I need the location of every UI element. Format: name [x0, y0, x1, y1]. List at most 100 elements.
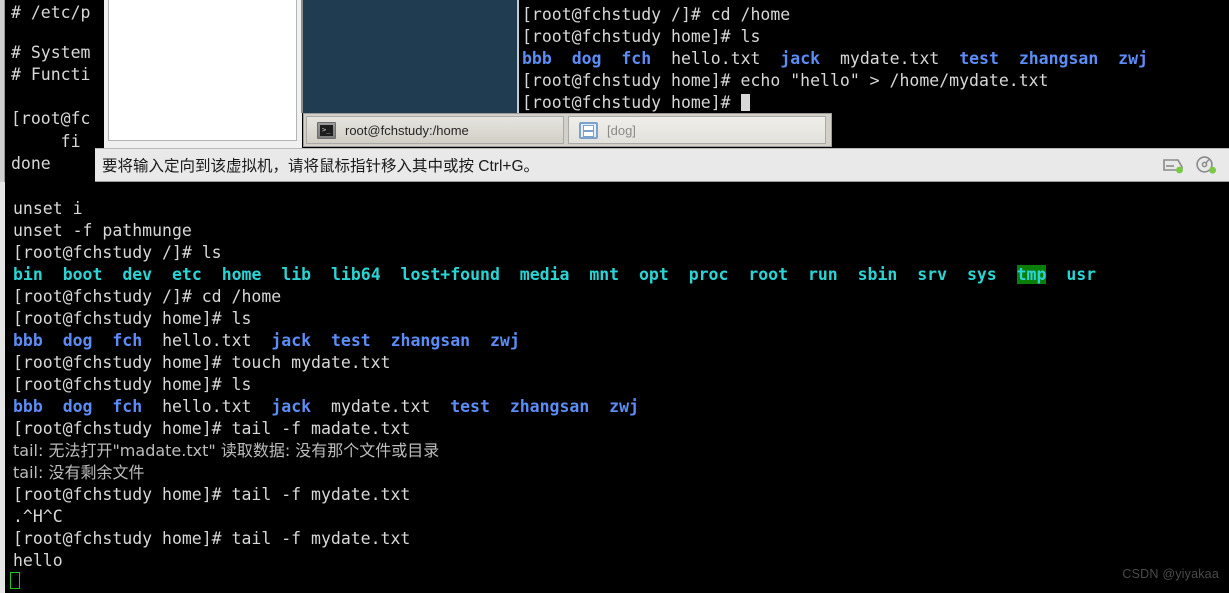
- ls-entry[interactable]: etc: [172, 265, 202, 284]
- ls-entry[interactable]: jack: [271, 331, 311, 350]
- ls-entry[interactable]: test: [450, 397, 490, 416]
- mt-ls-home-after-output: bbb dog fch hello.txt jack mydate.txt te…: [13, 396, 639, 418]
- ls-entry[interactable]: fch: [112, 397, 142, 416]
- ls-entry[interactable]: mnt: [589, 265, 619, 284]
- taskbar-item-dog[interactable]: [dog]: [568, 116, 826, 144]
- ls-entry[interactable]: home: [222, 265, 262, 284]
- white-dialog-panel[interactable]: [108, 0, 297, 141]
- ls-separator: [760, 49, 780, 68]
- vm-hint-message: 要将输入定向到该虚拟机，请将鼠标指针移入其中或按 Ctrl+G。: [102, 158, 540, 175]
- mt-line-cd-home: [root@fchstudy /]# cd /home: [13, 286, 281, 308]
- ls-separator: [261, 265, 281, 284]
- ls-entry[interactable]: usr: [1066, 265, 1096, 284]
- ls-entry[interactable]: zwj: [490, 331, 520, 350]
- ls-entry[interactable]: fch: [621, 49, 651, 68]
- tr-prompt: [root@fchstudy home]#: [522, 71, 741, 90]
- ls-separator: [311, 265, 331, 284]
- mt-line-unset-i: unset i: [13, 199, 83, 218]
- ls-entry[interactable]: zhangsan: [391, 331, 470, 350]
- ls-separator: [381, 265, 401, 284]
- ls-entry[interactable]: jack: [780, 49, 820, 68]
- ls-entry[interactable]: test: [331, 331, 371, 350]
- mt-line-tail-madate: [root@fchstudy home]# tail -f madate.txt: [13, 418, 410, 440]
- ls-entry[interactable]: mydate.txt: [331, 397, 430, 416]
- mt-line-tail-mydate-1: [root@fchstudy home]# tail -f mydate.txt: [13, 484, 410, 506]
- ls-separator: [251, 397, 271, 416]
- ls-entry[interactable]: zhangsan: [510, 397, 589, 416]
- ls-entry[interactable]: media: [520, 265, 570, 284]
- ls-entry[interactable]: boot: [63, 265, 103, 284]
- ls-entry[interactable]: hello.txt: [162, 397, 251, 416]
- ls-separator: [728, 265, 748, 284]
- ls-entry[interactable]: zwj: [1118, 49, 1148, 68]
- ls-separator: [669, 265, 689, 284]
- ls-entry[interactable]: bbb: [13, 331, 43, 350]
- ls-entry[interactable]: jack: [271, 397, 311, 416]
- ls-entry[interactable]: fch: [112, 331, 142, 350]
- ls-entry[interactable]: test: [959, 49, 999, 68]
- ls-entry[interactable]: bin: [13, 265, 43, 284]
- mt-ls-home-before-output: bbb dog fch hello.txt jack test zhangsan…: [13, 330, 520, 352]
- ls-entry[interactable]: hello.txt: [671, 49, 760, 68]
- ls-entry[interactable]: tmp: [1016, 265, 1047, 284]
- hard-disk-icon[interactable]: [1161, 155, 1185, 175]
- bg-line: [root@fc: [11, 109, 91, 128]
- tr-ls-output: bbb dog fch hello.txt jack mydate.txt te…: [522, 48, 1148, 70]
- top-right-terminal[interactable]: [root@fchstudy /]# cd /home [root@fchstu…: [517, 0, 1229, 117]
- ls-separator: [152, 265, 172, 284]
- ls-entry[interactable]: dog: [63, 331, 93, 350]
- mt-err-tail-open: tail: 无法打开"madate.txt" 读取数据: 没有那个文件或目录: [13, 441, 440, 460]
- taskbar-item-label: [dog]: [607, 122, 636, 138]
- tr-cmd: cd /home: [710, 5, 791, 24]
- ls-entry[interactable]: lib: [281, 265, 311, 284]
- taskbar-item-terminal[interactable]: >_ root@fchstudy:/home: [306, 116, 564, 144]
- ls-separator: [788, 265, 808, 284]
- ls-entry[interactable]: hello.txt: [162, 331, 251, 350]
- ls-entry[interactable]: run: [808, 265, 838, 284]
- ls-entry[interactable]: srv: [917, 265, 947, 284]
- mt-prompt: [root@fchstudy home]#: [13, 309, 232, 328]
- main-terminal[interactable]: unset i unset -f pathmunge [root@fchstud…: [5, 182, 1229, 593]
- tr-line-prompt-cursor: [root@fchstudy home]#: [522, 92, 750, 114]
- ls-separator: [142, 331, 162, 350]
- ls-entry[interactable]: dog: [572, 49, 602, 68]
- ls-entry[interactable]: sbin: [858, 265, 898, 284]
- ls-separator: [619, 265, 639, 284]
- cd-drive-icon[interactable]: [1194, 155, 1218, 175]
- ls-entry[interactable]: dog: [63, 397, 93, 416]
- ls-separator: [997, 265, 1017, 284]
- ls-separator: [651, 49, 671, 68]
- ls-entry[interactable]: dev: [122, 265, 152, 284]
- ls-entry[interactable]: sys: [967, 265, 997, 284]
- taskbar-item-label: root@fchstudy:/home: [345, 122, 469, 138]
- mt-prompt: [root@fchstudy /]#: [13, 243, 202, 262]
- mt-prompt: [root@fchstudy home]#: [13, 485, 232, 504]
- ls-entry[interactable]: proc: [689, 265, 729, 284]
- ls-entry[interactable]: zhangsan: [1019, 49, 1098, 68]
- ls-separator: [589, 397, 609, 416]
- ls-entry[interactable]: bbb: [522, 49, 552, 68]
- blue-application-panel[interactable]: [303, 0, 517, 113]
- ls-separator: [202, 265, 222, 284]
- mt-line-unset-pathmunge: unset -f pathmunge: [13, 221, 192, 240]
- mt-cmd: cd /home: [201, 287, 282, 306]
- ls-entry[interactable]: lib64: [331, 265, 381, 284]
- background-terminal-topleft[interactable]: # /etc/p # System # Functi [root@fc fi d…: [5, 0, 108, 182]
- ls-entry[interactable]: lost+found: [401, 265, 500, 284]
- ls-separator: [569, 265, 589, 284]
- bg-line: # Functi: [11, 65, 91, 84]
- ls-separator: [251, 331, 271, 350]
- ls-entry[interactable]: mydate.txt: [840, 49, 939, 68]
- ls-separator: [43, 397, 63, 416]
- mt-ctrl-chars: .^H^C: [13, 507, 63, 526]
- mt-prompt: [root@fchstudy home]#: [13, 353, 232, 372]
- ls-entry[interactable]: zwj: [609, 397, 639, 416]
- ls-separator: [490, 397, 510, 416]
- mt-line-ls-home-2: [root@fchstudy home]# ls: [13, 374, 251, 396]
- ls-entry[interactable]: root: [748, 265, 788, 284]
- terminal-left-rule: [517, 0, 519, 117]
- bg-line: # System: [11, 43, 91, 62]
- ls-entry[interactable]: bbb: [13, 397, 43, 416]
- ls-entry[interactable]: opt: [639, 265, 669, 284]
- ls-separator: [820, 49, 840, 68]
